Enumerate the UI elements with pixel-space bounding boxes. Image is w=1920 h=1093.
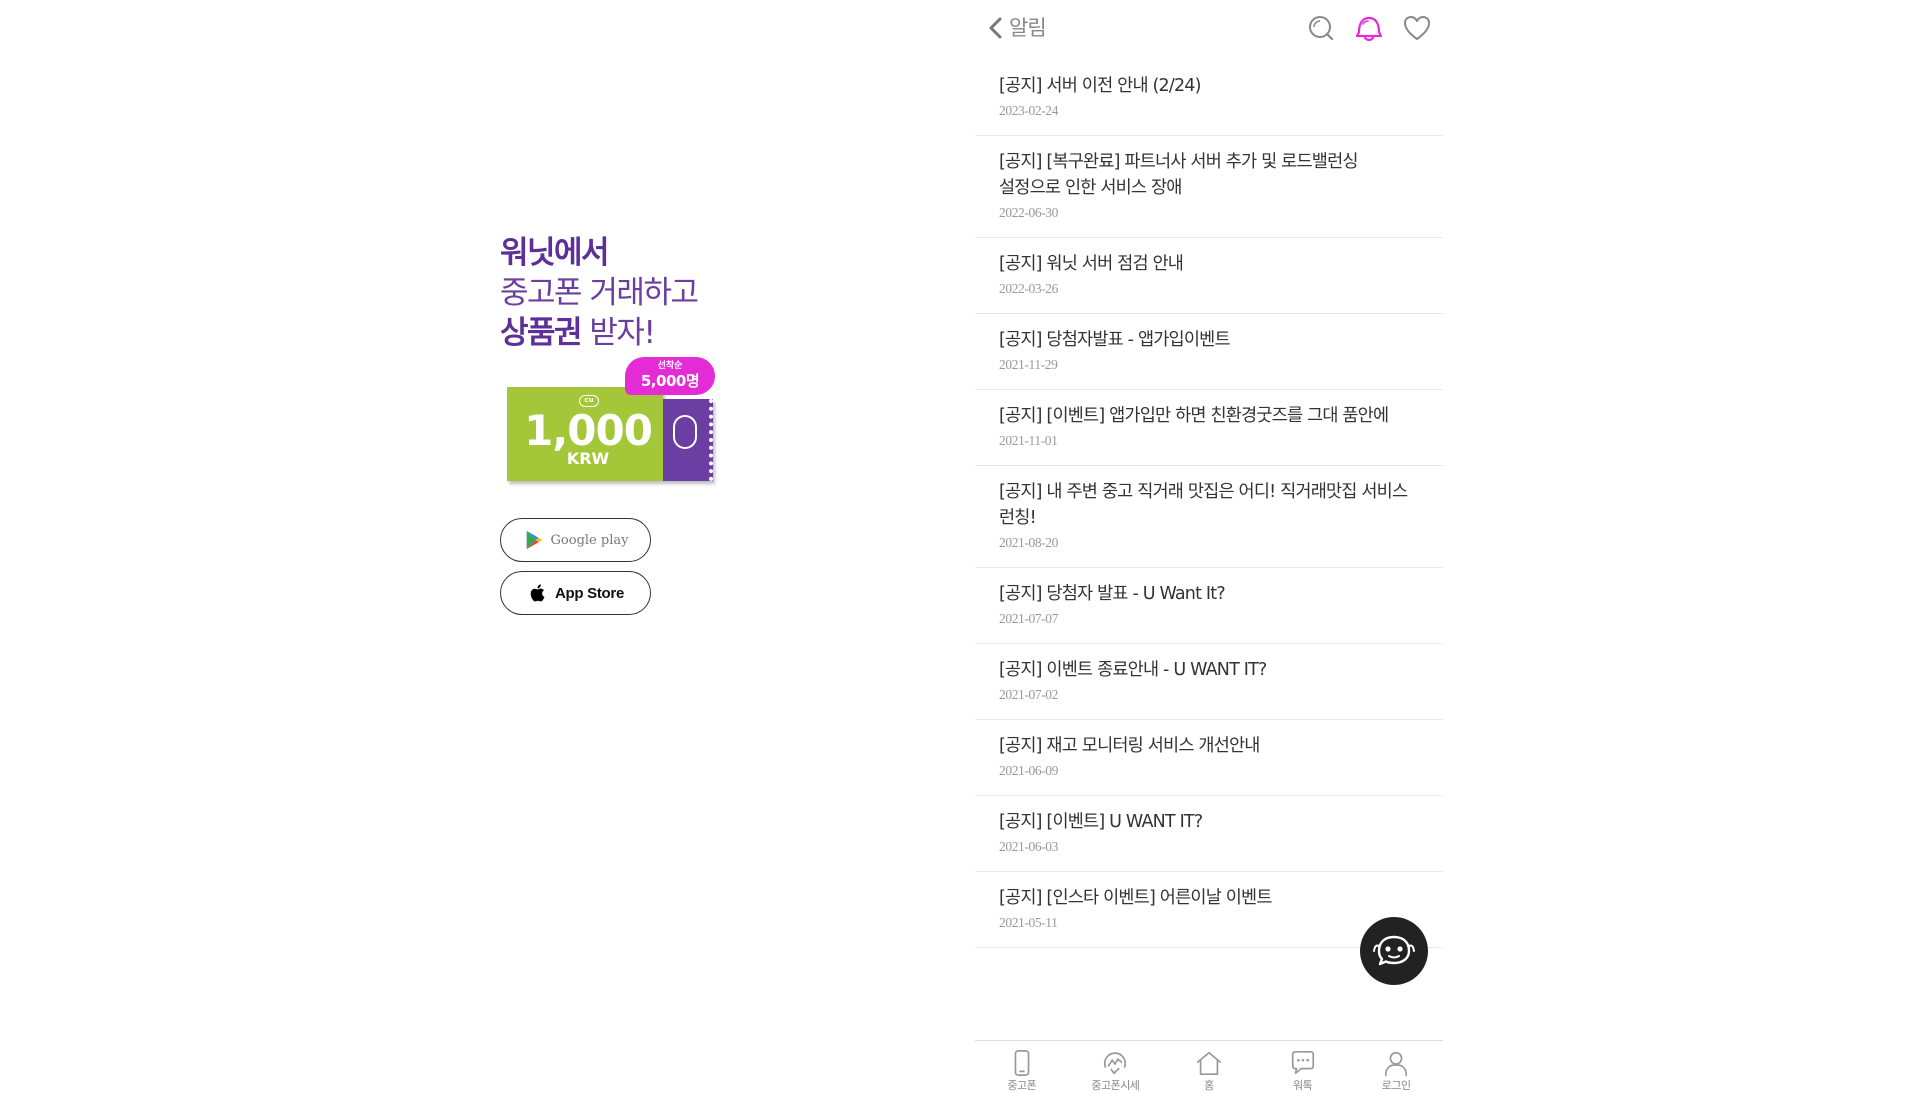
list-item[interactable]: [공지] 서버 이전 안내 (2/24) 2023-02-24 <box>975 60 1443 136</box>
tab-login[interactable]: 로그인 <box>1349 1041 1443 1093</box>
cu-coupon-image: cu 1,000 KRW 선착순 5,000명 <box>507 357 717 481</box>
page-title: 알림 <box>1009 16 1047 40</box>
list-item[interactable]: [공지] [복구완료] 파트너사 서버 추가 및 로드밸런싱 설정으로 인한 서… <box>975 136 1443 238</box>
header-bar: 알림 <box>975 0 1443 56</box>
list-item[interactable]: [공지] 재고 모니터링 서비스 개선안내 2021-06-09 <box>975 720 1443 796</box>
notice-date: 2023-02-24 <box>999 103 1058 118</box>
notification-bell-icon[interactable] <box>1353 12 1385 44</box>
notice-title: [공지] 이벤트 종료안내 - U WANT IT? <box>999 660 1267 680</box>
notice-title: [공지] 당첨자 발표 - U Want It? <box>999 584 1226 604</box>
tab-label: 워톡 <box>1292 1079 1313 1092</box>
app-store-label: App Store <box>555 584 624 602</box>
list-item[interactable]: [공지] 당첨자발표 - 앱가입이벤트 2021-11-29 <box>975 314 1443 390</box>
google-play-icon <box>526 530 542 550</box>
list-item[interactable]: [공지] 내 주변 중고 직거래 맛집은 어디! 직거래맛집 서비스 런칭! 2… <box>975 466 1443 568</box>
notice-date: 2021-11-29 <box>999 357 1058 372</box>
notice-date: 2021-07-02 <box>999 687 1058 702</box>
coupon-stub <box>663 399 713 481</box>
notice-date: 2021-07-07 <box>999 611 1058 626</box>
tab-watalk[interactable]: 워톡 <box>1256 1041 1350 1093</box>
notice-title: [공지] 내 주변 중고 직거래 맛집은 어디! 직거래맛집 서비스 런칭! <box>999 482 1408 528</box>
cu-logo-icon <box>673 415 697 449</box>
apple-icon <box>530 584 545 602</box>
phone-icon <box>1014 1050 1030 1076</box>
coupon-badge: 선착순 5,000명 <box>625 357 715 395</box>
notice-date: 2021-11-01 <box>999 433 1058 448</box>
chat-face-icon <box>1373 935 1415 966</box>
notice-list: [공지] 서버 이전 안내 (2/24) 2023-02-24 [공지] [복구… <box>975 60 1443 948</box>
promo-headline-2: 중고폰 거래하고 <box>500 275 699 311</box>
notice-title: [공지] [이벤트] 앱가입만 하면 친환경굿즈를 그대 품안에 <box>999 406 1389 426</box>
app-store-button[interactable]: App Store <box>500 571 651 615</box>
promo-banner: 워닛에서 중고폰 거래하고 상품권 받자! cu 1,000 KRW 선착순 5… <box>500 233 750 615</box>
tab-used-phone[interactable]: 중고폰 <box>975 1041 1069 1093</box>
coupon-badge-top: 선착순 <box>657 361 683 371</box>
tab-price[interactable]: 중고폰시세 <box>1069 1041 1163 1093</box>
coupon-badge-count: 5,000명 <box>640 372 700 390</box>
promo-headline-1: 워닛에서 <box>500 235 610 271</box>
notice-title: [공지] 당첨자발표 - 앱가입이벤트 <box>999 330 1231 350</box>
notice-title: [공지] 서버 이전 안내 (2/24) <box>999 76 1201 96</box>
list-item[interactable]: [공지] 워닛 서버 점검 안내 2022-03-26 <box>975 238 1443 314</box>
tab-label: 홈 <box>1204 1079 1214 1092</box>
notice-date: 2021-06-03 <box>999 839 1058 854</box>
google-play-label: Google play <box>550 532 629 548</box>
bottom-tab-bar: 중고폰 중고폰시세 홈 워톡 로그인 <box>975 1040 1443 1093</box>
heart-icon[interactable] <box>1401 12 1433 44</box>
back-chevron-icon[interactable] <box>985 14 1007 42</box>
notice-date: 2021-05-11 <box>999 915 1058 930</box>
notice-title: [공지] [복구완료] 파트너사 서버 추가 및 로드밸런싱 설정으로 인한 서… <box>999 152 1358 198</box>
notice-date: 2022-06-30 <box>999 205 1058 220</box>
notice-date: 2022-03-26 <box>999 281 1058 296</box>
user-icon <box>1385 1051 1408 1076</box>
notice-date: 2021-08-20 <box>999 535 1058 550</box>
coupon-amount: 1,000 <box>524 406 653 455</box>
list-item[interactable]: [공지] [이벤트] 앱가입만 하면 친환경굿즈를 그대 품안에 2021-11… <box>975 390 1443 466</box>
tab-label: 로그인 <box>1381 1079 1411 1092</box>
chat-float-button[interactable] <box>1360 917 1428 985</box>
promo-headline-3: 상품권 받자! <box>500 315 656 351</box>
list-item[interactable]: [공지] [이벤트] U WANT IT? 2021-06-03 <box>975 796 1443 872</box>
notice-title: [공지] 워닛 서버 점검 안내 <box>999 254 1184 274</box>
coupon-currency: KRW <box>566 449 610 468</box>
notice-title: [공지] [이벤트] U WANT IT? <box>999 812 1203 832</box>
tab-home[interactable]: 홈 <box>1162 1041 1256 1093</box>
notice-title: [공지] [인스타 이벤트] 어른이날 이벤트 <box>999 888 1272 908</box>
tab-label: 중고폰시세 <box>1091 1079 1140 1092</box>
search-icon[interactable] <box>1305 12 1337 44</box>
price-chart-icon <box>1104 1052 1127 1075</box>
notice-date: 2021-06-09 <box>999 763 1058 778</box>
google-play-button[interactable]: Google play <box>500 518 651 562</box>
home-icon <box>1196 1051 1222 1076</box>
notice-title: [공지] 재고 모니터링 서비스 개선안내 <box>999 736 1260 756</box>
list-item[interactable]: [공지] 이벤트 종료안내 - U WANT IT? 2021-07-02 <box>975 644 1443 720</box>
tab-label: 중고폰 <box>1007 1079 1037 1092</box>
list-item[interactable]: [공지] 당첨자 발표 - U Want It? 2021-07-07 <box>975 568 1443 644</box>
chat-bubble-icon <box>1291 1050 1314 1075</box>
